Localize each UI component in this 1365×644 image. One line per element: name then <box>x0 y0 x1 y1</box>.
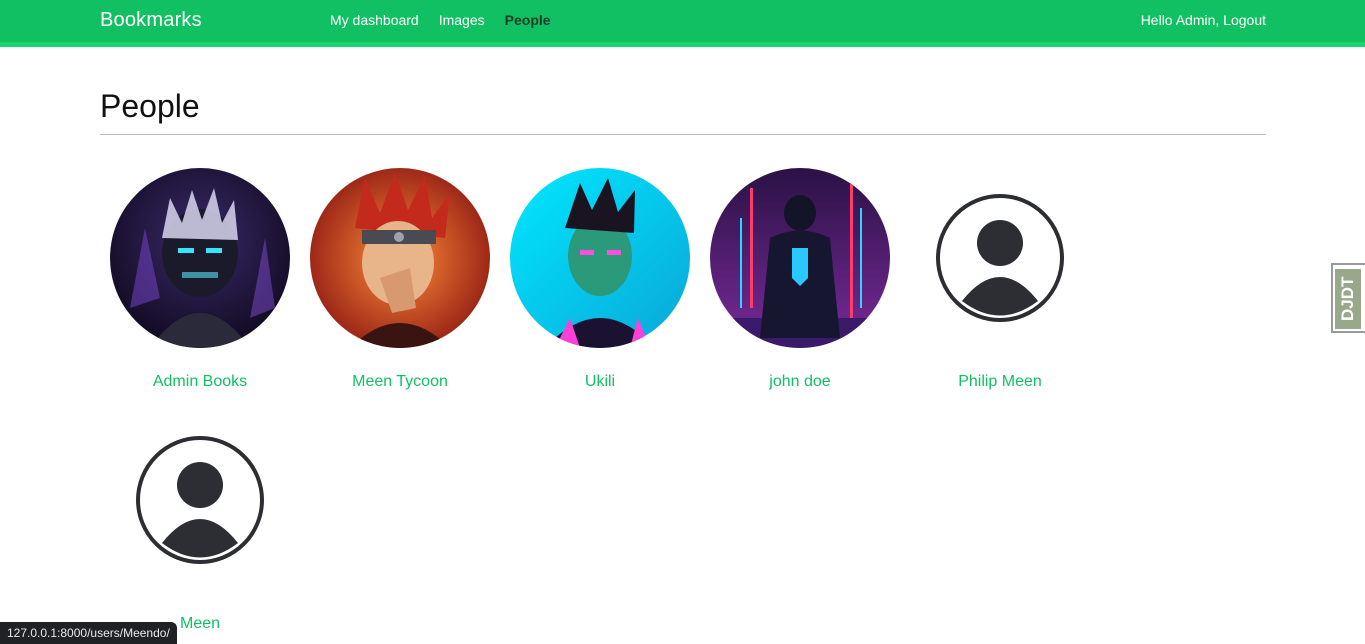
person-name-link[interactable]: Meen Tycoon <box>300 373 500 391</box>
avatar-image <box>510 168 690 348</box>
person-name-link[interactable]: Admin Books <box>100 373 300 391</box>
menu-item-dashboard[interactable]: My dashboard <box>330 12 419 28</box>
main-menu: My dashboard Images People <box>330 12 571 28</box>
user-greeting: Hello Admin, Logout <box>1141 12 1266 28</box>
avatar-image <box>710 168 890 348</box>
person-card: john doe <box>700 168 900 391</box>
avatar-link[interactable] <box>110 410 290 590</box>
default-user-icon <box>910 168 1090 348</box>
greeting-text: Hello Admin, <box>1140 12 1220 28</box>
avatar-link[interactable] <box>310 168 490 348</box>
menu-link-people[interactable]: People <box>505 12 551 28</box>
page-title: People <box>100 88 1266 135</box>
top-nav-bar: Bookmarks My dashboard Images People Hel… <box>0 0 1365 47</box>
person-name-link[interactable]: Ukili <box>500 373 700 391</box>
avatar-image <box>110 168 290 348</box>
main-content: People Admin Books Meen Tycoon Ukili joh… <box>100 88 1266 632</box>
avatar-link[interactable] <box>710 168 890 348</box>
site-logo[interactable]: Bookmarks <box>100 9 202 32</box>
debug-toolbar-handle[interactable]: DJDT <box>1331 263 1365 333</box>
menu-item-images[interactable]: Images <box>439 12 485 28</box>
menu-item-people[interactable]: People <box>505 12 551 28</box>
person-name-link[interactable]: Philip Meen <box>900 373 1100 391</box>
avatar-link[interactable] <box>910 168 1090 348</box>
menu-link-dashboard[interactable]: My dashboard <box>330 12 419 28</box>
person-card: Meen <box>100 410 300 633</box>
menu-link-images[interactable]: Images <box>439 12 485 28</box>
logout-link[interactable]: Logout <box>1223 12 1266 28</box>
person-card: Admin Books <box>100 168 300 391</box>
person-card: Ukili <box>500 168 700 391</box>
person-name-link[interactable]: john doe <box>700 373 900 391</box>
person-card: Philip Meen <box>900 168 1100 391</box>
avatar-link[interactable] <box>510 168 690 348</box>
default-user-icon <box>110 410 290 590</box>
avatar-image <box>310 168 490 348</box>
debug-toolbar-label: DJDT <box>1335 269 1361 329</box>
avatar-link[interactable] <box>110 168 290 348</box>
person-card: Meen Tycoon <box>300 168 500 391</box>
browser-status-url: 127.0.0.1:8000/users/Meendo/ <box>0 622 177 644</box>
